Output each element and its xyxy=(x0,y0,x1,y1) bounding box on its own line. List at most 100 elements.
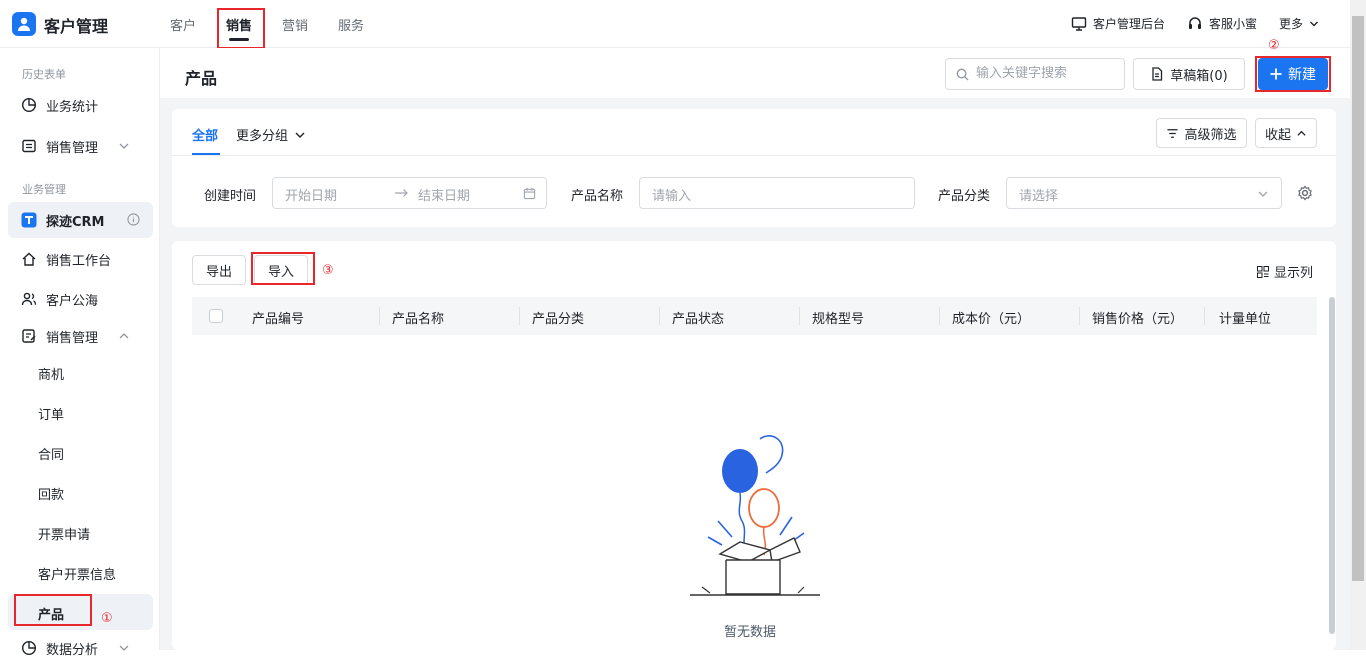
end-date-placeholder: 结束日期 xyxy=(418,189,471,204)
app-title: 客户管理 xyxy=(44,17,109,36)
page-scrollbar[interactable] xyxy=(1350,0,1366,650)
collapse-button[interactable]: 收起 xyxy=(1255,118,1317,148)
chevron-down-icon xyxy=(1310,21,1319,26)
user-logo-icon xyxy=(18,17,30,31)
highlight-box-new xyxy=(1255,56,1331,92)
sidebar-item-business-stats[interactable]: 业务统计 xyxy=(0,87,160,123)
select-all-checkbox[interactable] xyxy=(209,309,223,323)
admin-label: 客户管理后台 xyxy=(1093,17,1166,31)
column-header-spec[interactable]: 规格型号 xyxy=(812,308,864,327)
export-label: 导出 xyxy=(205,264,232,280)
home-icon xyxy=(22,252,36,266)
nav-customer[interactable]: 客户 xyxy=(170,15,196,34)
draft-box-button[interactable]: 草稿箱(0) xyxy=(1133,58,1245,90)
column-separator xyxy=(1079,307,1080,325)
column-separator xyxy=(659,307,660,325)
highlight-box-product xyxy=(14,594,92,626)
column-header-cost-price[interactable]: 成本价（元） xyxy=(952,308,1030,327)
column-separator xyxy=(519,307,520,325)
nav-service[interactable]: 服务 xyxy=(338,15,364,34)
nav-marketing[interactable]: 营销 xyxy=(282,15,308,34)
headset-icon xyxy=(1189,16,1201,29)
advanced-filter-button[interactable]: 高级筛选 xyxy=(1156,118,1247,148)
sidebar: 历史表单 业务统计 销售管理 业务管理 探迹CRM 销售工作台 客户公海 销售管… xyxy=(0,48,160,658)
annotation-marker-1: ① xyxy=(101,611,113,626)
main-area: 产品 草稿箱(0) 新建 全部 更多分组 高级筛选 收起 创建时 xyxy=(160,48,1350,650)
chevron-down-icon xyxy=(119,645,129,651)
settings-icon[interactable] xyxy=(1297,185,1313,201)
product-name-input[interactable]: 请输入 xyxy=(639,177,915,209)
more-menu[interactable]: 更多 xyxy=(1279,15,1319,32)
sidebar-item-data-analysis[interactable]: 数据分析 xyxy=(0,630,160,666)
sidebar-item-sales-management[interactable]: 销售管理 xyxy=(0,318,160,354)
tanji-logo-icon xyxy=(21,212,37,228)
columns-icon xyxy=(1257,265,1269,278)
search-box[interactable] xyxy=(945,58,1125,90)
column-header-unit[interactable]: 计量单位 xyxy=(1219,308,1271,327)
support-link[interactable]: 客服小蜜 xyxy=(1187,15,1257,32)
category-select[interactable]: 请选择 xyxy=(1006,177,1282,209)
chevron-up-icon xyxy=(1297,130,1306,136)
column-separator xyxy=(939,307,940,325)
top-bar: 客户管理 客户 销售 营销 服务 客户管理后台 客服小蜜 更多 xyxy=(0,0,1350,48)
draft-label: 草稿箱(0) xyxy=(1170,68,1228,84)
sidebar-sub-payment[interactable]: 回款 xyxy=(38,484,64,503)
arrow-right-icon xyxy=(395,189,408,197)
search-icon xyxy=(956,68,969,81)
chevron-down-icon xyxy=(119,143,129,149)
advanced-filter-label: 高级筛选 xyxy=(1184,127,1237,143)
edit-form-icon xyxy=(22,329,36,343)
column-separator xyxy=(379,307,380,325)
product-name-placeholder: 请输入 xyxy=(652,189,692,204)
column-header-product-code[interactable]: 产品编号 xyxy=(252,308,304,327)
product-name-label: 产品名称 xyxy=(571,189,624,204)
column-header-category[interactable]: 产品分类 xyxy=(532,308,584,327)
users-icon xyxy=(21,292,37,306)
support-label: 客服小蜜 xyxy=(1209,17,1258,31)
document-icon xyxy=(1152,67,1163,81)
sidebar-item-label: 客户公海 xyxy=(46,293,99,309)
table-header: 产品编号 产品名称 产品分类 产品状态 规格型号 成本价（元） 销售价格（元） … xyxy=(192,297,1317,335)
sidebar-sub-contract[interactable]: 合同 xyxy=(38,444,64,463)
page-header: 产品 草稿箱(0) 新建 xyxy=(160,48,1350,98)
sidebar-sub-order[interactable]: 订单 xyxy=(38,404,64,423)
empty-box-balloons-icon xyxy=(690,435,820,596)
highlight-box-sales xyxy=(217,8,265,49)
sidebar-item-label: 销售工作台 xyxy=(46,253,112,269)
sidebar-item-customer-pool[interactable]: 客户公海 xyxy=(0,281,160,317)
tab-more-groups[interactable]: 更多分组 xyxy=(236,125,306,144)
table-card: 导出 导入 显示列 产品编号 产品名称 产品分类 产品状态 规格型号 成本价（元… xyxy=(172,241,1336,650)
column-separator xyxy=(799,307,800,325)
category-label: 产品分类 xyxy=(938,189,991,204)
sidebar-item-label: 业务统计 xyxy=(46,99,99,115)
monitor-icon xyxy=(1071,16,1087,31)
app-logo xyxy=(12,12,36,36)
admin-link[interactable]: 客户管理后台 xyxy=(1071,15,1165,32)
show-columns-label: 显示列 xyxy=(1274,266,1314,281)
calendar-icon xyxy=(523,187,536,200)
column-header-status[interactable]: 产品状态 xyxy=(672,308,724,327)
page-scrollbar-thumb[interactable] xyxy=(1352,16,1364,581)
column-header-sale-price[interactable]: 销售价格（元） xyxy=(1092,308,1183,327)
chevron-down-icon xyxy=(295,132,305,138)
export-button[interactable]: 导出 xyxy=(192,255,246,285)
column-header-product-name[interactable]: 产品名称 xyxy=(392,308,444,327)
sidebar-sub-invoice-request[interactable]: 开票申请 xyxy=(38,524,90,543)
sidebar-item-history-sales[interactable]: 销售管理 xyxy=(0,128,160,164)
tab-all[interactable]: 全部 xyxy=(192,125,218,144)
start-date-placeholder: 开始日期 xyxy=(285,189,338,204)
divider xyxy=(172,155,1336,156)
collapse-label: 收起 xyxy=(1264,127,1291,143)
more-label: 更多 xyxy=(1279,17,1304,31)
sidebar-item-tanji-crm[interactable]: 探迹CRM xyxy=(0,202,160,238)
page-title: 产品 xyxy=(185,69,218,88)
show-columns-button[interactable]: 显示列 xyxy=(1257,262,1313,281)
sidebar-item-sales-workbench[interactable]: 销售工作台 xyxy=(0,241,160,277)
table-scrollbar[interactable] xyxy=(1329,297,1335,634)
sidebar-item-label: 数据分析 xyxy=(46,642,99,658)
date-range-picker[interactable]: 开始日期 结束日期 xyxy=(272,177,547,209)
search-input[interactable] xyxy=(976,66,1116,81)
analysis-icon xyxy=(21,640,37,656)
sidebar-sub-customer-invoice-info[interactable]: 客户开票信息 xyxy=(38,564,116,583)
sidebar-sub-opportunity[interactable]: 商机 xyxy=(38,364,64,383)
